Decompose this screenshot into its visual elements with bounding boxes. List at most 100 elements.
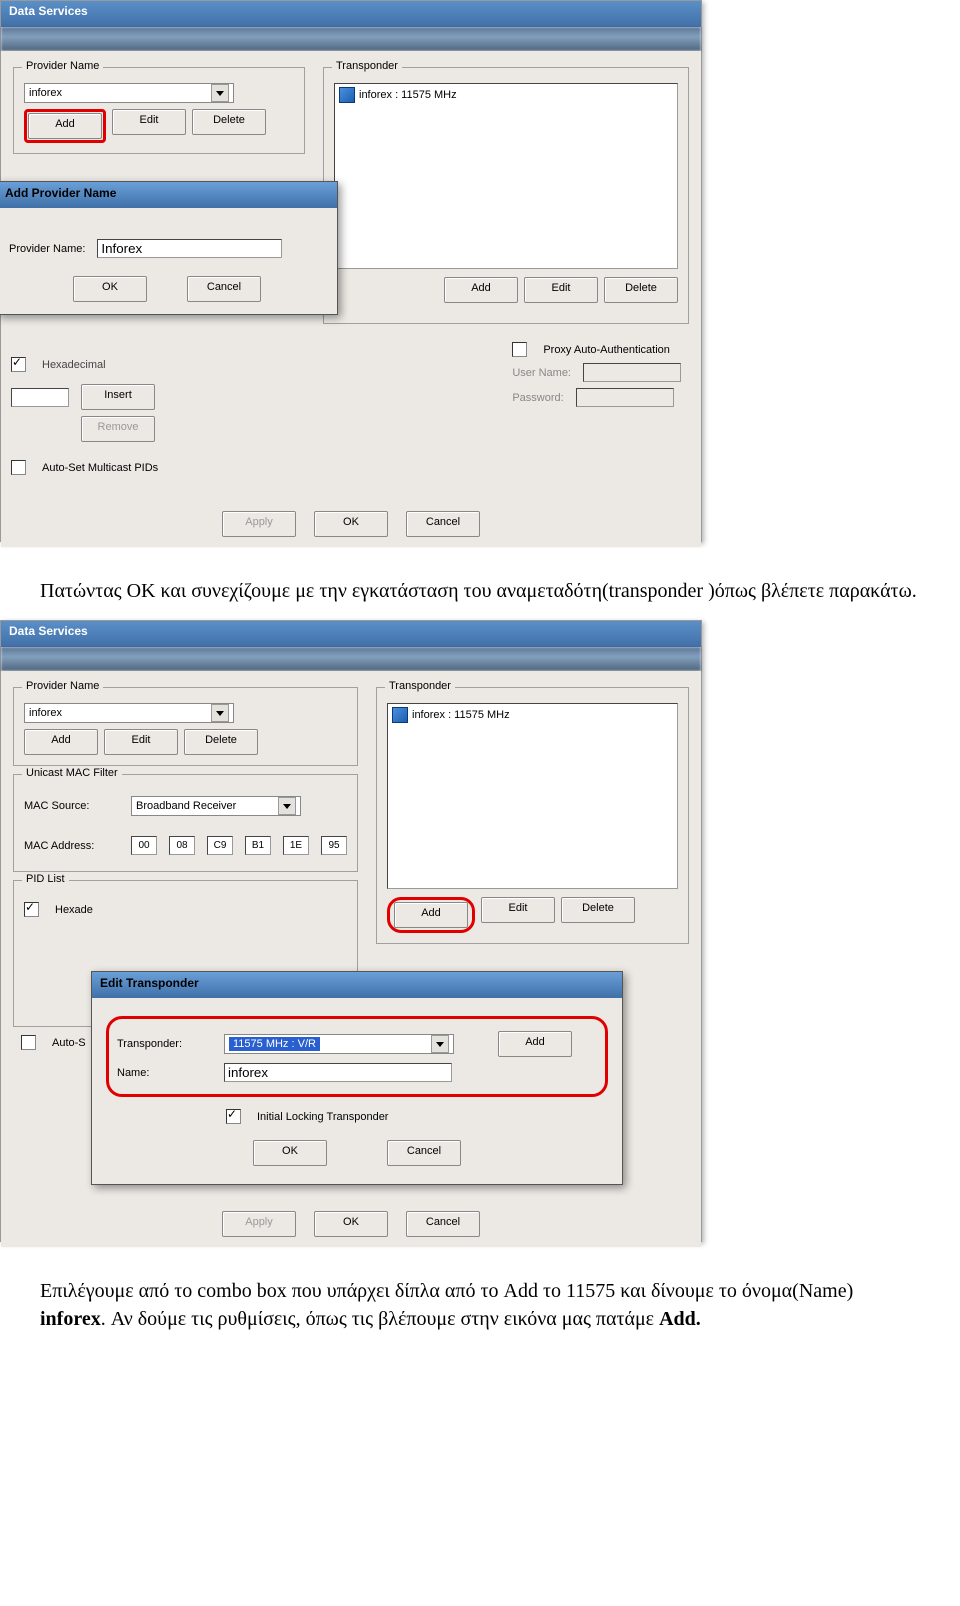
delete-provider-button-2[interactable]: Delete: [184, 729, 258, 755]
provider-name-group-2: Provider Name inforex Add Edit Delete: [13, 687, 358, 766]
pid-input[interactable]: [11, 388, 69, 407]
hex-label: Hexadecimal: [42, 359, 106, 371]
chevron-down-icon[interactable]: [211, 84, 229, 102]
chevron-down-icon[interactable]: [211, 704, 229, 722]
instruction-paragraph-1: Πατώντας ΟΚ και συνεχίζουμε με την εγκατ…: [0, 562, 960, 620]
auto-s-checkbox[interactable]: [21, 1035, 36, 1050]
password-input[interactable]: [576, 388, 674, 407]
unicast-mac-group: Unicast MAC Filter MAC Source: Broadband…: [13, 774, 358, 872]
dialog-cancel-button[interactable]: Cancel: [187, 276, 261, 302]
transponder-combo[interactable]: 11575 MHz : V/R: [224, 1034, 454, 1054]
transponder-group-title-2: Transponder: [385, 680, 455, 692]
ok-button-2[interactable]: OK: [314, 1211, 388, 1237]
delete-transponder-button[interactable]: Delete: [604, 277, 678, 303]
mac-octet-1[interactable]: 08: [169, 836, 195, 855]
dialog-ok-button-2[interactable]: OK: [253, 1140, 327, 1166]
transponder-list-2[interactable]: inforex : 11575 MHz: [387, 703, 678, 889]
edit-provider-button[interactable]: Edit: [112, 109, 186, 135]
hex-checkbox-2[interactable]: [24, 902, 39, 917]
autoset-checkbox[interactable]: [11, 460, 26, 475]
chevron-down-icon[interactable]: [278, 797, 296, 815]
password-label: Password:: [512, 392, 563, 404]
pid-list-title: PID List: [22, 873, 69, 885]
provider-name-input[interactable]: [97, 239, 282, 258]
mac-source-label: MAC Source:: [24, 800, 119, 812]
provider-combo-value: inforex: [29, 87, 62, 99]
para2-pre: Επιλέγουμε από το combo box που υπάρχει …: [40, 1280, 853, 1302]
transponder-icon: [392, 707, 408, 723]
screenshot-data-services-2: Data Services Provider Name inforex Add …: [0, 620, 702, 1242]
mac-octet-4[interactable]: 1E: [283, 836, 309, 855]
mac-source-combo[interactable]: Broadband Receiver: [131, 796, 301, 816]
edit-transponder-dialog: Edit Transponder Transponder: 11575 MHz …: [91, 971, 623, 1185]
provider-combo[interactable]: inforex: [24, 83, 234, 103]
edit-provider-button-2[interactable]: Edit: [104, 729, 178, 755]
toolbar-blur: [1, 27, 701, 51]
provider-group-title: Provider Name: [22, 60, 103, 72]
add-provider-dialog: Add Provider Name Provider Name: OK Canc…: [0, 181, 338, 315]
hex-label-2: Hexade: [55, 904, 93, 916]
transponder-combo-value: 11575 MHz : V/R: [229, 1037, 320, 1051]
mac-address-label: MAC Address:: [24, 840, 119, 852]
toolbar-blur-2: [1, 647, 701, 671]
instruction-paragraph-2: Επιλέγουμε από το combo box που υπάρχει …: [0, 1262, 960, 1348]
transponder-group: Transponder inforex : 11575 MHz Add Edit…: [323, 67, 689, 324]
cancel-button[interactable]: Cancel: [406, 511, 480, 537]
add-button-highlight: Add: [24, 109, 106, 143]
para2-mid: . Αν δούμε τις ρυθμίσεις, όπως τις βλέπο…: [101, 1308, 659, 1330]
name-label: Name:: [117, 1067, 212, 1079]
transponder-group-2: Transponder inforex : 11575 MHz Add Edit…: [376, 687, 689, 944]
para2-bold1: inforex: [40, 1308, 101, 1330]
add-transponder-button[interactable]: Add: [444, 277, 518, 303]
unicast-title: Unicast MAC Filter: [22, 767, 122, 779]
apply-button-2[interactable]: Apply: [222, 1211, 296, 1237]
proxy-auth-checkbox[interactable]: [512, 342, 527, 357]
transponder-list-item[interactable]: inforex : 11575 MHz: [337, 86, 675, 104]
mac-octet-0[interactable]: 00: [131, 836, 157, 855]
provider-combo-2[interactable]: inforex: [24, 703, 234, 723]
mac-source-value: Broadband Receiver: [136, 800, 236, 812]
proxy-auth-label: Proxy Auto-Authentication: [543, 344, 670, 356]
transponder-list-item-2[interactable]: inforex : 11575 MHz: [390, 706, 675, 724]
window-title-2: Data Services: [1, 621, 701, 647]
insert-button[interactable]: Insert: [81, 384, 155, 410]
remove-button[interactable]: Remove: [81, 416, 155, 442]
ok-button[interactable]: OK: [314, 511, 388, 537]
edit-transponder-button[interactable]: Edit: [524, 277, 598, 303]
mac-octet-2[interactable]: C9: [207, 836, 233, 855]
transponder-list[interactable]: inforex : 11575 MHz: [334, 83, 678, 269]
dialog-ok-button[interactable]: OK: [73, 276, 147, 302]
initial-locking-checkbox[interactable]: [226, 1109, 241, 1124]
delete-provider-button[interactable]: Delete: [192, 109, 266, 135]
screenshot-data-services-1: Data Services Provider Name inforex Add …: [0, 0, 702, 542]
add-provider-button[interactable]: Add: [28, 113, 102, 139]
name-input[interactable]: [224, 1063, 452, 1082]
provider-name-group: Provider Name inforex Add Edit Delete: [13, 67, 305, 154]
username-label: User Name:: [512, 367, 571, 379]
transponder-group-title: Transponder: [332, 60, 402, 72]
add-transponder-button-2[interactable]: Add: [394, 902, 468, 928]
autoset-label: Auto-Set Multicast PIDs: [42, 462, 158, 474]
edit-transponder-button-2[interactable]: Edit: [481, 897, 555, 923]
transponder-item-label-2: inforex : 11575 MHz: [412, 709, 510, 721]
transponder-icon: [339, 87, 355, 103]
apply-button[interactable]: Apply: [222, 511, 296, 537]
initial-locking-label: Initial Locking Transponder: [257, 1111, 388, 1123]
transponder-label: Transponder:: [117, 1038, 212, 1050]
transponder-add-button[interactable]: Add: [498, 1031, 572, 1057]
mac-octet-5[interactable]: 95: [321, 836, 347, 855]
delete-transponder-button-2[interactable]: Delete: [561, 897, 635, 923]
transponder-item-label: inforex : 11575 MHz: [359, 89, 457, 101]
dialog-title: Add Provider Name: [0, 182, 337, 208]
provider-combo-value-2: inforex: [29, 707, 62, 719]
auto-s-label: Auto-S: [52, 1037, 86, 1049]
chevron-down-icon[interactable]: [431, 1035, 449, 1053]
dialog-cancel-button-2[interactable]: Cancel: [387, 1140, 461, 1166]
transponder-fields-highlight: Transponder: 11575 MHz : V/R Add Name:: [106, 1016, 608, 1097]
mac-octet-3[interactable]: B1: [245, 836, 271, 855]
add-transponder-highlight: Add: [387, 897, 475, 933]
add-provider-button-2[interactable]: Add: [24, 729, 98, 755]
username-input[interactable]: [583, 363, 681, 382]
hex-checkbox[interactable]: [11, 357, 26, 372]
cancel-button-2[interactable]: Cancel: [406, 1211, 480, 1237]
